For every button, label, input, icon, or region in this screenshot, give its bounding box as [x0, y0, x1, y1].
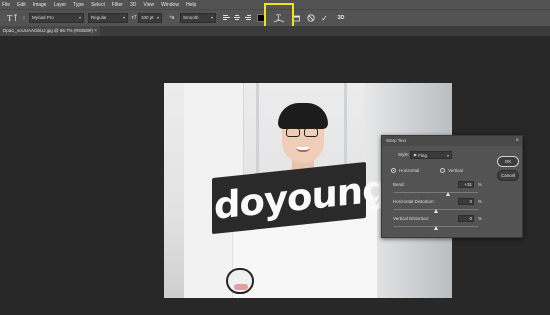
menu-select[interactable]: Select	[91, 2, 105, 8]
close-icon[interactable]: ×	[515, 136, 519, 146]
style-select-value: Flag	[418, 153, 428, 158]
text-tool-icon[interactable]: T	[2, 13, 22, 23]
document-tab[interactable]: DpaC_vcUUAAGbUJ.jpg @ 66.7% (RGB/8#) ×	[0, 26, 100, 36]
menu-layer[interactable]: Layer	[54, 2, 67, 8]
tab-bar: DpaC_vcUUAAGbUJ.jpg @ 66.7% (RGB/8#) ×	[0, 26, 550, 36]
bend-slider[interactable]	[394, 192, 478, 193]
commit-edit-icon[interactable]: ✓	[320, 13, 329, 23]
cancel-button[interactable]: Cancel	[497, 170, 519, 181]
vertical-distortion-input[interactable]: 0	[458, 215, 474, 222]
ok-button[interactable]: OK	[497, 156, 519, 167]
font-size-select[interactable]: 100 pt	[138, 13, 162, 23]
person-hair	[278, 103, 328, 129]
menu-type[interactable]: Type	[73, 2, 84, 8]
menu-edit[interactable]: Edit	[17, 2, 26, 8]
menu-file[interactable]: File	[2, 2, 10, 8]
menu-window[interactable]: Window	[161, 2, 179, 8]
cancel-edit-icon[interactable]	[306, 13, 315, 23]
menu-filter[interactable]: Filter	[112, 2, 123, 8]
anti-alias-select[interactable]: Smooth	[180, 13, 216, 23]
horizontal-radio[interactable]	[391, 168, 396, 173]
svg-text:T: T	[7, 14, 13, 23]
bend-label: Bend:	[393, 182, 405, 187]
bend-input[interactable]: +31	[458, 181, 474, 188]
menu-view[interactable]: View	[143, 2, 154, 8]
vertical-label: Vertical	[448, 168, 463, 173]
document-tab-title: DpaC_vcUUAAGbUJ.jpg @ 66.7% (RGB/8#)	[3, 28, 93, 33]
menu-3d[interactable]: 3D	[130, 2, 136, 8]
style-label: Style:	[398, 152, 410, 157]
bend-percent: %	[478, 182, 483, 187]
vertical-radio[interactable]	[440, 168, 445, 173]
vertical-distortion-percent: %	[478, 216, 483, 221]
plush-toy	[226, 268, 254, 294]
font-style-select[interactable]: Regular	[88, 13, 128, 23]
3d-icon[interactable]: 3D	[336, 13, 346, 23]
font-size-icon: ᴛT	[131, 15, 137, 21]
font-family-select[interactable]: Myriad Pro	[29, 13, 84, 23]
horizontal-distortion-percent: %	[478, 199, 483, 204]
horizontal-distortion-input[interactable]: 0	[458, 198, 474, 205]
horizontal-label: Horizontal	[399, 168, 420, 173]
dialog-title: Warp Text ×	[382, 136, 522, 146]
style-select[interactable]: ⚑ Flag	[410, 151, 452, 159]
dialog-title-text: Warp Text	[386, 138, 407, 143]
vertical-distortion-thumb[interactable]	[434, 226, 438, 230]
close-tab-icon[interactable]: ×	[94, 26, 97, 36]
align-center-icon[interactable]	[233, 13, 241, 23]
menu-image[interactable]: Image	[33, 2, 47, 8]
anti-alias-icon: ªa	[169, 15, 175, 21]
align-right-icon[interactable]	[244, 13, 252, 23]
align-left-icon[interactable]	[222, 13, 230, 23]
bend-slider-thumb[interactable]	[446, 192, 450, 196]
font-orientation-icon[interactable]: ↕	[20, 13, 28, 23]
warp-text-dialog: Warp Text × Style: ⚑ Flag Horizontal Ver…	[381, 135, 523, 238]
person-glasses	[286, 128, 320, 137]
horizontal-distortion-label: Horizontal Distortion:	[393, 199, 435, 204]
vertical-distortion-label: Vertical Distortion:	[393, 216, 430, 221]
menu-help[interactable]: Help	[186, 2, 196, 8]
horizontal-distortion-thumb[interactable]	[434, 209, 438, 213]
